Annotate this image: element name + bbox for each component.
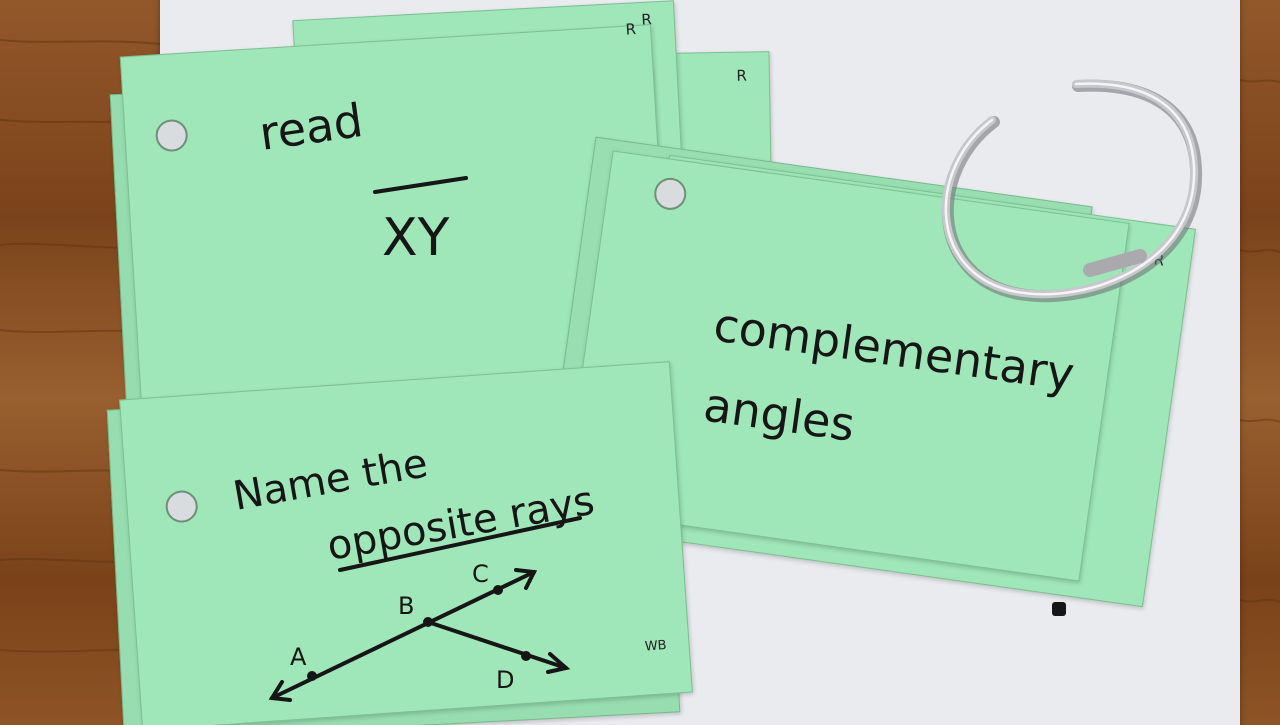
binder-ring-icon xyxy=(941,79,1203,303)
binder-ring-shadow xyxy=(941,79,1203,303)
photo-scene: R R R R WB read XY complementary angles … xyxy=(0,0,1280,725)
